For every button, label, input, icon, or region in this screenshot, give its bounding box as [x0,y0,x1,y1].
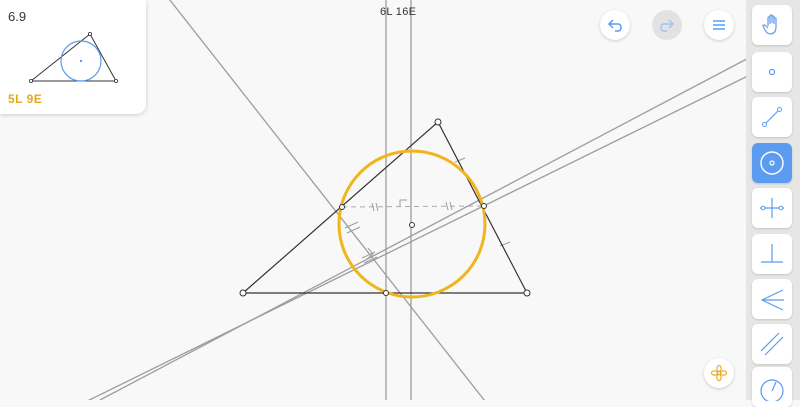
point-icon [768,68,776,76]
parallel-icon [760,332,784,356]
tool-perpendicular-bisector[interactable] [752,188,792,228]
redo-button[interactable] [652,10,682,40]
flower-hint-icon [710,364,728,382]
tool-parallel[interactable] [752,324,792,364]
undo-button[interactable] [600,10,630,40]
hamburger-menu-icon [713,20,725,30]
tool-line[interactable] [752,97,792,137]
perpendicular-icon [761,244,783,263]
undo-icon [607,19,622,32]
compass-icon [760,379,784,401]
equal-tick-marks-left [371,202,379,212]
perpendicular-bisector-icon [760,198,784,218]
vertex-point[interactable] [434,118,442,126]
vertex-point[interactable] [239,289,247,297]
tool-compass[interactable] [752,367,792,407]
tangent-point[interactable] [383,290,389,296]
level-card[interactable]: 6.9 5L 9E [0,0,146,114]
circle-icon [760,151,784,175]
vertex-point[interactable] [523,289,531,297]
right-angle-mark [399,199,407,207]
tool-angle-bisector[interactable] [752,279,792,319]
menu-button[interactable] [704,10,734,40]
incenter-point[interactable] [409,222,415,228]
angle-bisector-icon [760,289,784,311]
tool-point[interactable] [752,52,792,92]
move-counter: 6L 16E [380,6,417,18]
level-goal: 5L 9E [8,92,43,106]
tangent-point[interactable] [481,203,487,209]
diagonal-line-upper[interactable] [99,51,761,400]
dashed-segment [341,205,486,208]
hand-icon [762,14,777,35]
redo-icon [660,19,675,32]
tool-move[interactable] [752,5,792,45]
tangent-point[interactable] [339,204,345,210]
hint-button[interactable] [704,358,734,388]
tool-circle[interactable] [752,143,792,183]
tool-perpendicular[interactable] [752,234,792,274]
line-icon [762,107,782,127]
equal-tick-marks-right [445,201,453,211]
